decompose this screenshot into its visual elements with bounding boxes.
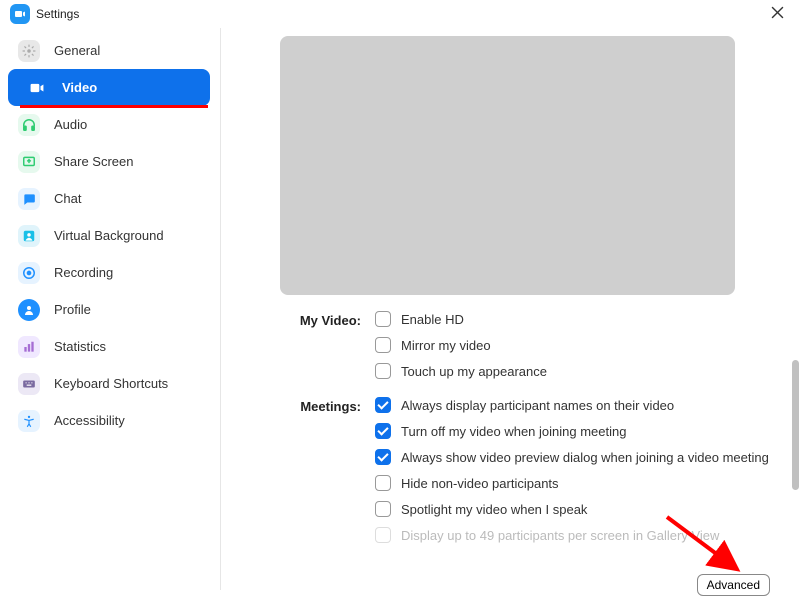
chat-icon	[18, 188, 40, 210]
sidebar-item-profile[interactable]: Profile	[0, 291, 190, 328]
checkbox-icon	[375, 311, 391, 327]
sidebar-item-accessibility[interactable]: Accessibility	[0, 402, 190, 439]
app-icon	[10, 4, 30, 24]
sidebar-item-label: Keyboard Shortcuts	[54, 376, 168, 391]
sidebar-item-label: Recording	[54, 265, 113, 280]
section-meetings: Meetings:	[280, 397, 375, 553]
option-hide-nonvideo[interactable]: Hide non-video participants	[375, 475, 770, 491]
checkbox-icon	[375, 397, 391, 413]
window-title: Settings	[36, 7, 79, 21]
sidebar-item-keyboard-shortcuts[interactable]: Keyboard Shortcuts	[0, 365, 190, 402]
accessibility-icon	[18, 410, 40, 432]
option-video-preview[interactable]: Always show video preview dialog when jo…	[375, 449, 770, 465]
sidebar-item-label: Virtual Background	[54, 228, 164, 243]
sidebar-item-label: Video	[62, 80, 97, 95]
statistics-icon	[18, 336, 40, 358]
option-turn-off-video[interactable]: Turn off my video when joining meeting	[375, 423, 770, 439]
sidebar-item-general[interactable]: General	[0, 32, 190, 69]
window-header: Settings	[0, 0, 800, 28]
sidebar-item-label: General	[54, 43, 100, 58]
sidebar-item-recording[interactable]: Recording	[0, 254, 190, 291]
option-touch-up[interactable]: Touch up my appearance	[375, 363, 770, 379]
headphones-icon	[18, 114, 40, 136]
sidebar-item-share-screen[interactable]: Share Screen	[0, 143, 190, 180]
option-label: Spotlight my video when I speak	[401, 502, 587, 517]
record-icon	[18, 262, 40, 284]
checkbox-icon	[375, 363, 391, 379]
scrollbar[interactable]	[792, 360, 799, 490]
video-icon	[26, 77, 48, 99]
option-49-participants: Display up to 49 participants per screen…	[375, 527, 770, 543]
sidebar-item-label: Accessibility	[54, 413, 125, 428]
sidebar: General Video Audio Share Screen Chat Vi…	[0, 28, 220, 600]
option-label: Hide non-video participants	[401, 476, 559, 491]
option-label: Display up to 49 participants per screen…	[401, 528, 719, 543]
option-label: Enable HD	[401, 312, 464, 327]
sidebar-item-audio[interactable]: Audio	[0, 106, 190, 143]
option-mirror-video[interactable]: Mirror my video	[375, 337, 770, 353]
virtual-bg-icon	[18, 225, 40, 247]
video-preview	[280, 36, 735, 295]
sidebar-item-label: Share Screen	[54, 154, 134, 169]
advanced-button[interactable]: Advanced	[697, 574, 770, 596]
profile-icon	[18, 299, 40, 321]
checkbox-icon	[375, 501, 391, 517]
option-spotlight[interactable]: Spotlight my video when I speak	[375, 501, 770, 517]
gear-icon	[18, 40, 40, 62]
sidebar-item-video[interactable]: Video	[8, 69, 210, 106]
checkbox-icon	[375, 337, 391, 353]
sidebar-item-label: Profile	[54, 302, 91, 317]
sidebar-item-label: Chat	[54, 191, 81, 206]
checkbox-icon	[375, 475, 391, 491]
checkbox-icon	[375, 449, 391, 465]
option-enable-hd[interactable]: Enable HD	[375, 311, 770, 327]
checkbox-icon	[375, 423, 391, 439]
sidebar-item-label: Audio	[54, 117, 87, 132]
sidebar-item-chat[interactable]: Chat	[0, 180, 190, 217]
option-display-names[interactable]: Always display participant names on thei…	[375, 397, 770, 413]
sidebar-item-label: Statistics	[54, 339, 106, 354]
share-screen-icon	[18, 151, 40, 173]
close-button[interactable]	[765, 4, 790, 24]
checkbox-icon	[375, 527, 391, 543]
option-label: Touch up my appearance	[401, 364, 547, 379]
sidebar-item-statistics[interactable]: Statistics	[0, 328, 190, 365]
content-panel: My Video: Enable HD Mirror my video Touc…	[220, 28, 800, 600]
section-my-video: My Video:	[280, 311, 375, 389]
option-label: Always display participant names on thei…	[401, 398, 674, 413]
keyboard-icon	[18, 373, 40, 395]
option-label: Always show video preview dialog when jo…	[401, 450, 769, 465]
option-label: Turn off my video when joining meeting	[401, 424, 626, 439]
option-label: Mirror my video	[401, 338, 491, 353]
sidebar-item-virtual-background[interactable]: Virtual Background	[0, 217, 190, 254]
